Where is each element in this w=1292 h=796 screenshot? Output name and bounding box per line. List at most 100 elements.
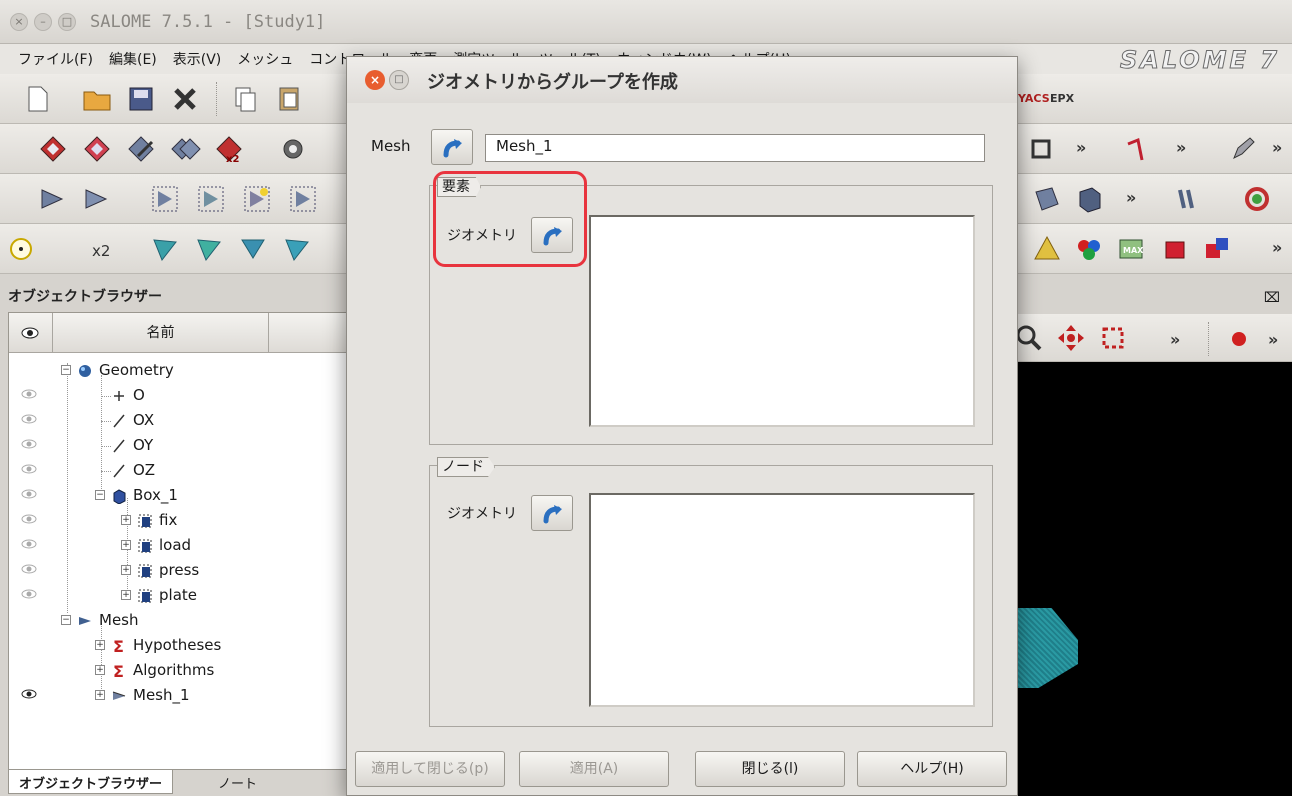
extrusion-icon[interactable]: [1170, 182, 1204, 216]
visibility-eye-icon[interactable]: [21, 539, 37, 549]
revolution-icon[interactable]: [1240, 182, 1274, 216]
mesh-order-icon[interactable]: x2: [212, 132, 246, 166]
menu-edit[interactable]: 編集(E): [109, 49, 157, 69]
record-icon[interactable]: [1232, 332, 1246, 346]
toolbar-more-3[interactable]: »: [1272, 138, 1282, 157]
window-minimize-button[interactable]: –: [34, 12, 52, 31]
face-tool-icon[interactable]: [1030, 182, 1064, 216]
tree-item-fix[interactable]: + fix: [9, 509, 349, 533]
tree-item-o[interactable]: O: [9, 384, 349, 408]
visibility-eye-icon[interactable]: [21, 589, 37, 599]
cube-wire-icon[interactable]: [1024, 132, 1058, 166]
tree-expander[interactable]: +: [121, 590, 131, 600]
viewer-more-2[interactable]: »: [1268, 330, 1278, 349]
tree-expander[interactable]: −: [61, 365, 71, 375]
edit-group-icon[interactable]: [80, 182, 114, 216]
line-tool-icon[interactable]: [1120, 132, 1154, 166]
open-folder-icon[interactable]: [80, 82, 114, 116]
menu-file[interactable]: ファイル(F): [18, 49, 93, 69]
fit-all-icon[interactable]: [1096, 321, 1130, 355]
edit-mesh-icon[interactable]: [124, 132, 158, 166]
tab-notes[interactable]: ノート: [208, 770, 267, 794]
toolbar-more-1[interactable]: »: [1076, 138, 1086, 157]
tree-expander[interactable]: +: [95, 690, 105, 700]
nodes-geometry-list[interactable]: [589, 493, 975, 707]
toolbar-more-5[interactable]: »: [1272, 238, 1282, 257]
visibility-eye-icon[interactable]: [21, 514, 37, 524]
tree-item-oz[interactable]: OZ: [9, 459, 349, 483]
paste-icon[interactable]: [272, 82, 306, 116]
dialog-close-button[interactable]: ×: [365, 70, 385, 90]
tree-expander[interactable]: +: [121, 565, 131, 575]
x2-icon[interactable]: x2: [92, 242, 110, 260]
tree-item-box-1[interactable]: − Box_1: [9, 484, 349, 508]
pyramid-icon[interactable]: [1030, 232, 1064, 266]
tree-item-algorithms[interactable]: + Σ Algorithms: [9, 659, 349, 683]
tree-expander[interactable]: +: [121, 540, 131, 550]
3d-viewer[interactable]: [1010, 362, 1292, 796]
intersect-groups-icon[interactable]: [194, 182, 228, 216]
tree-expander[interactable]: −: [95, 490, 105, 500]
tree-expander[interactable]: +: [95, 640, 105, 650]
max-element-icon[interactable]: MAX: [1114, 232, 1148, 266]
save-icon[interactable]: [124, 82, 158, 116]
visibility-eye-icon[interactable]: [21, 489, 37, 499]
close-button[interactable]: 閉じる(l): [695, 751, 845, 787]
new-file-icon[interactable]: [20, 82, 54, 116]
create-mesh-icon[interactable]: [36, 132, 70, 166]
elements-geometry-list[interactable]: [589, 215, 975, 427]
create-group-icon[interactable]: [36, 182, 70, 216]
visibility-eye-icon[interactable]: [21, 389, 37, 399]
tree-item-plate[interactable]: + plate: [9, 584, 349, 608]
hexa-element-icon[interactable]: [1158, 232, 1192, 266]
mesh-field[interactable]: Mesh_1: [485, 134, 985, 162]
delete-icon[interactable]: [168, 82, 202, 116]
toolbar-more-4[interactable]: »: [1126, 188, 1136, 207]
visibility-eye-icon[interactable]: [21, 689, 37, 699]
window-maximize-button[interactable]: □: [58, 12, 76, 31]
tree-item-oy[interactable]: OY: [9, 434, 349, 458]
gear-icon[interactable]: [276, 132, 310, 166]
tetra-element-icon[interactable]: [280, 232, 314, 266]
visibility-eye-icon[interactable]: [21, 464, 37, 474]
visibility-eye-icon[interactable]: [21, 564, 37, 574]
create-submesh-icon[interactable]: [80, 132, 114, 166]
pan-icon[interactable]: [1054, 321, 1088, 355]
viewer-close-icon[interactable]: ⌧: [1264, 290, 1280, 306]
visibility-column-header[interactable]: [9, 313, 53, 353]
tree-item-mesh-1[interactable]: + Mesh_1: [9, 684, 349, 708]
tree-item-press[interactable]: + press: [9, 559, 349, 583]
triangle-element-icon[interactable]: [148, 232, 182, 266]
node-icon[interactable]: [4, 232, 38, 266]
dialog-maximize-button[interactable]: □: [389, 70, 409, 90]
apply-button[interactable]: 適用(A): [519, 751, 669, 787]
window-close-button[interactable]: ×: [10, 12, 28, 31]
union-groups-icon[interactable]: [148, 182, 182, 216]
tree-item-ox[interactable]: OX: [9, 409, 349, 433]
quad-element-icon[interactable]: [192, 232, 226, 266]
tree-item-load[interactable]: + load: [9, 534, 349, 558]
help-button[interactable]: ヘルプ(H): [857, 751, 1007, 787]
volume-tool-icon[interactable]: [1072, 182, 1106, 216]
viewer-more-1[interactable]: »: [1170, 330, 1180, 349]
apply-and-close-button[interactable]: 適用して閉じる(p): [355, 751, 505, 787]
delete-groups-icon[interactable]: [286, 182, 320, 216]
tree-item-mesh[interactable]: − Mesh: [9, 609, 349, 633]
tree-expander[interactable]: +: [95, 665, 105, 675]
mesh-select-button[interactable]: [431, 129, 473, 165]
prism-element-icon[interactable]: [1200, 232, 1234, 266]
tab-object-browser[interactable]: オブジェクトブラウザー: [8, 770, 174, 794]
color-shapes-icon[interactable]: [1072, 232, 1106, 266]
nodes-geometry-select-button[interactable]: [531, 495, 573, 531]
yacs-module-button[interactable]: YACS: [1018, 92, 1050, 105]
menu-mesh[interactable]: メッシュ: [237, 49, 293, 69]
menu-view[interactable]: 表示(V): [173, 49, 222, 69]
pencil-icon[interactable]: [1226, 132, 1260, 166]
tree-item-geometry[interactable]: − Geometry: [9, 359, 349, 383]
compute-mesh-icon[interactable]: [168, 132, 202, 166]
polygon-element-icon[interactable]: [236, 232, 270, 266]
toolbar-more-2[interactable]: »: [1176, 138, 1186, 157]
tree-expander[interactable]: +: [121, 515, 131, 525]
cut-groups-icon[interactable]: [240, 182, 274, 216]
copy-icon[interactable]: [228, 82, 262, 116]
